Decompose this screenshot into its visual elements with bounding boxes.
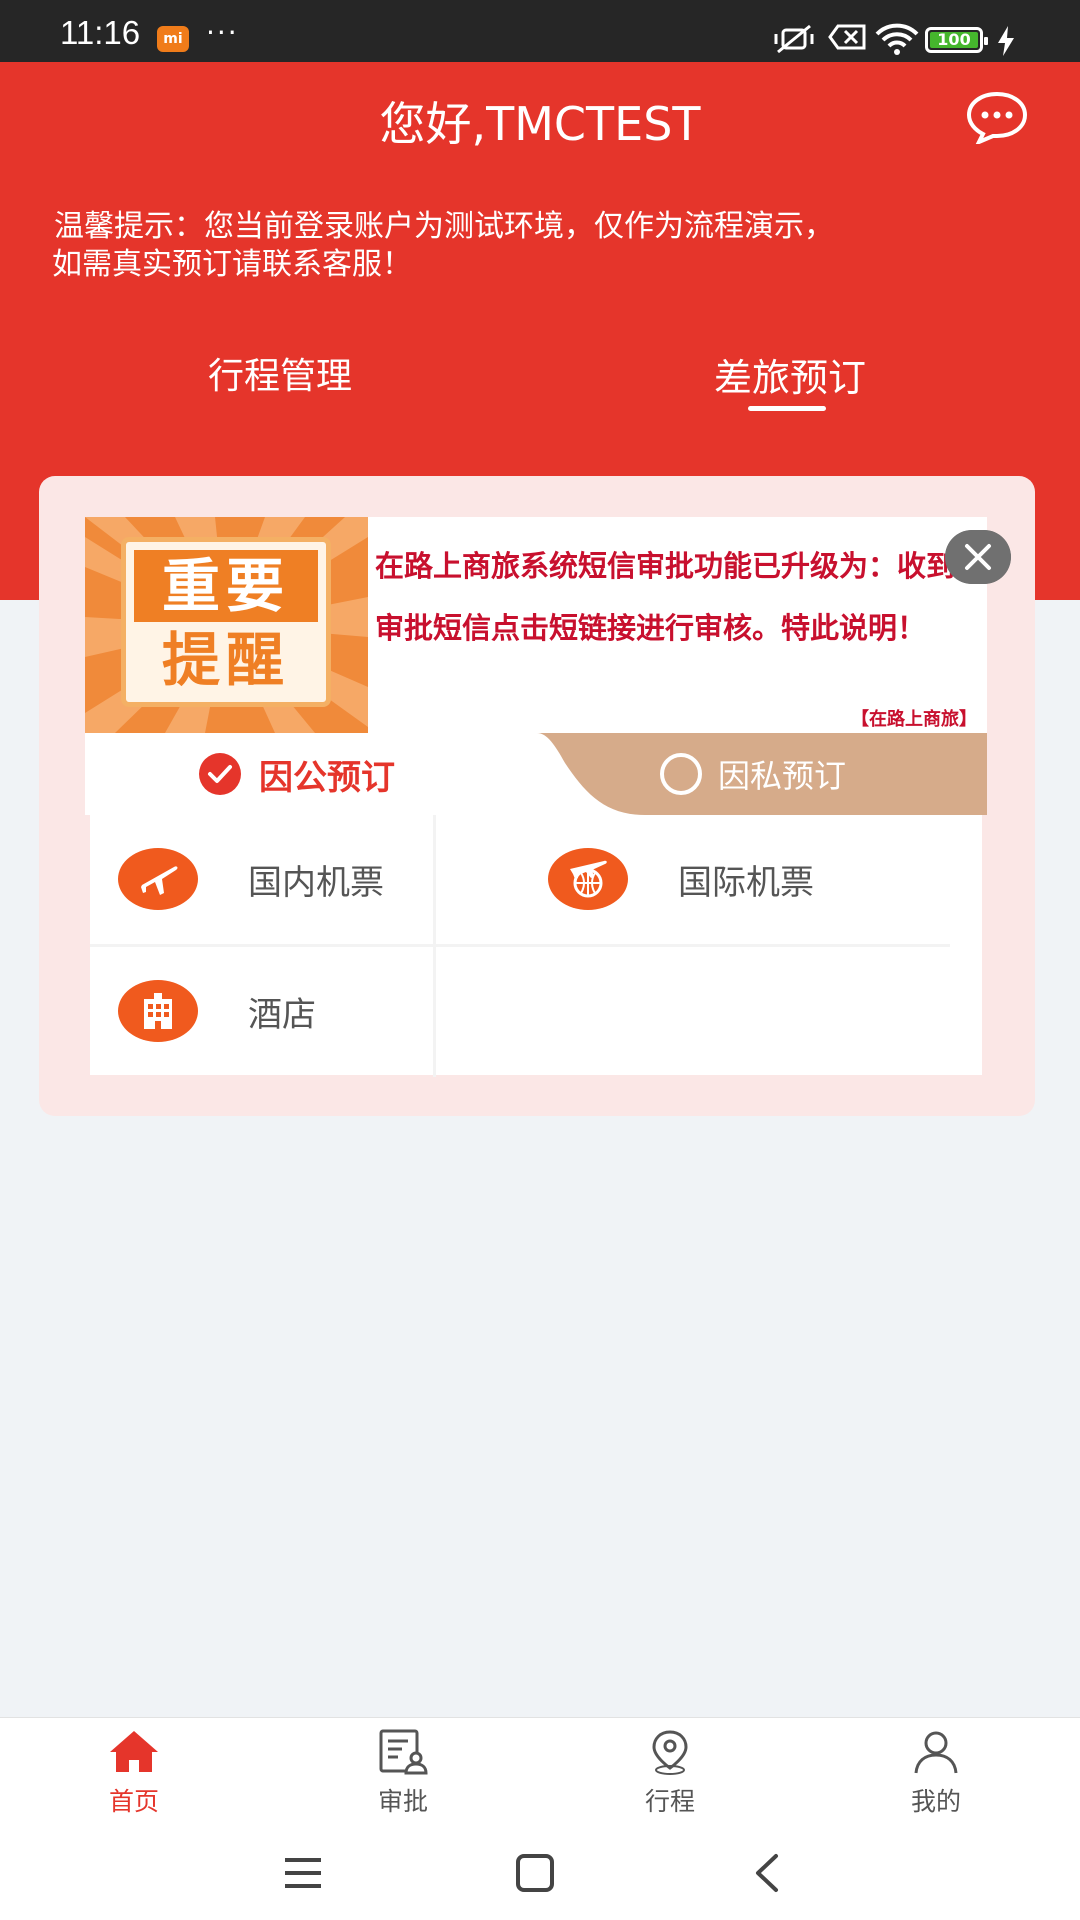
notice-line-1: 温馨提示：您当前登录账户为测试环境，仅作为流程演示， — [54, 209, 834, 244]
more-notifications-icon: ··· — [206, 16, 239, 49]
nav-approval[interactable]: 审批 — [343, 1728, 463, 1818]
booking-type-tabs: 因公预订 因私预订 — [85, 733, 987, 815]
mi-app-badge-icon: mi — [157, 26, 189, 52]
charging-icon — [998, 26, 1014, 56]
home-square-icon[interactable] — [515, 1853, 555, 1893]
badge-top-text: 重要 — [134, 550, 318, 622]
status-time: 11:16 — [60, 14, 141, 51]
tab-corporate-booking[interactable]: 因公预订 — [197, 751, 395, 798]
system-nav-bar — [0, 1829, 1080, 1920]
service-international-flight[interactable]: 国际机票 — [520, 815, 950, 943]
bottom-nav: 首页 审批 行程 我的 — [0, 1717, 1080, 1829]
notice-line-2: 如需真实预订请联系客服！ — [52, 247, 412, 282]
domestic-flight-icon — [118, 848, 198, 910]
nav-label: 首页 — [108, 1787, 159, 1816]
nav-label: 我的 — [910, 1787, 961, 1816]
wifi-icon — [875, 23, 919, 55]
important-reminder-badge: 重要 提醒 — [121, 537, 331, 707]
nav-mine[interactable]: 我的 — [876, 1728, 996, 1818]
test-env-notice: 温馨提示：您当前登录账户为测试环境，仅作为流程演示， 如需真实预订请联系客服！ — [52, 208, 1014, 284]
hotel-icon — [118, 980, 198, 1042]
nav-label: 行程 — [644, 1787, 695, 1816]
close-banner-icon[interactable] — [945, 530, 1011, 584]
tab-trip-management[interactable]: 行程管理 — [150, 347, 410, 399]
vibrate-off-icon — [774, 24, 814, 54]
service-label: 酒店 — [248, 994, 316, 1035]
notice-banner[interactable]: 重要 提醒 在路上商旅系统短信审批功能已升级为：收到审批短信点击短链接进行审核。… — [85, 517, 987, 733]
nav-trips[interactable]: 行程 — [610, 1728, 730, 1818]
tab-travel-booking[interactable]: 差旅预订 — [660, 347, 920, 402]
battery-icon: 100 — [925, 27, 988, 53]
tab-private-booking[interactable]: 因私预订 — [660, 751, 846, 797]
nav-label: 审批 — [377, 1787, 428, 1816]
checked-radio-icon — [199, 753, 241, 795]
location-icon — [652, 1730, 688, 1775]
nav-home[interactable]: 首页 — [74, 1728, 194, 1818]
chat-icon[interactable] — [965, 90, 1029, 144]
no-sim-icon — [828, 24, 866, 50]
active-tab-indicator — [748, 406, 826, 411]
back-icon[interactable] — [752, 1853, 782, 1893]
page-title: 您好,TMCTEST — [379, 97, 701, 151]
user-icon — [914, 1731, 958, 1774]
service-label: 国内机票 — [248, 862, 384, 903]
menu-icon[interactable] — [283, 1856, 323, 1890]
service-domestic-flight[interactable]: 国内机票 — [90, 815, 430, 943]
badge-bottom-text: 提醒 — [161, 626, 290, 694]
private-booking-label: 因私预订 — [718, 757, 847, 795]
battery-level: 100 — [930, 32, 978, 48]
international-flight-icon — [548, 848, 628, 910]
banner-message: 在路上商旅系统短信审批功能已升级为：收到审批短信点击短链接进行审核。特此说明！ — [375, 549, 956, 645]
corporate-booking-label: 因公预订 — [259, 757, 395, 798]
service-hotel[interactable]: 酒店 — [90, 947, 430, 1075]
service-label: 国际机票 — [678, 862, 814, 903]
status-bar: 11:16 mi ··· 100 — [0, 0, 1080, 62]
banner-source: 【在路上商旅】 — [851, 709, 977, 730]
home-icon — [110, 1731, 158, 1772]
unchecked-radio-icon — [660, 753, 702, 795]
important-reminder-image: 重要 提醒 — [85, 517, 368, 733]
approval-icon — [379, 1729, 428, 1775]
